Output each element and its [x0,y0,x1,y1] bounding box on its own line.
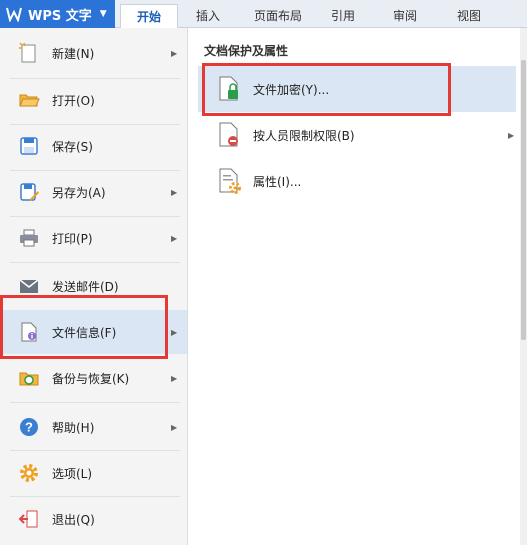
menu-item-exit[interactable]: 退出(Q) [0,497,187,541]
tab-view[interactable]: 视图 [446,4,492,28]
app-menu-button[interactable]: WPS 文字 ▼ [0,0,115,28]
new-document-icon [19,42,36,63]
menu-item-open[interactable]: 打开(O) [0,78,187,122]
highlight-box-file-info [0,295,168,359]
menu-item-backup-restore[interactable]: 备份与恢复(K) ▶ [0,356,187,400]
menu-item-label: 帮助(H) [52,420,95,435]
submenu-arrow-icon: ▶ [171,327,178,337]
file-restrict-icon [219,122,238,147]
submenu-arrow-icon: ▶ [171,373,178,383]
wps-logo-icon [6,7,22,22]
chevron-down-icon: ▼ [99,9,107,19]
menu-item-save-as[interactable]: 另存为(A) ▶ [0,170,187,214]
tab-references[interactable]: 引用 [320,4,366,28]
panel-item-label: 按人员限制权限(B) [253,128,355,143]
file-menu: 新建(N) ▶ 打开(O) 保存(S) 另存为(A) ▶ 打印(P) ▶ 发送邮… [0,28,188,545]
submenu-arrow-icon: ▶ [171,187,178,197]
submenu-arrow-icon: ▶ [508,130,515,140]
tab-review[interactable]: 审阅 [382,4,428,28]
menu-item-label: 保存(S) [52,139,93,154]
backup-restore-icon [19,372,39,386]
menu-item-new[interactable]: 新建(N) ▶ [0,31,187,75]
exit-icon [18,510,38,528]
menu-item-options[interactable]: 选项(L) [0,451,187,495]
help-icon: ? [20,418,38,436]
menu-item-label: 另存为(A) [52,185,106,200]
menu-item-label: 打开(O) [52,93,95,108]
printer-icon [20,229,38,247]
panel-title: 文档保护及属性 [204,44,289,58]
tab-page-layout[interactable]: 页面布局 [244,4,312,28]
highlight-box-file-encrypt [202,63,451,116]
submenu-arrow-icon: ▶ [171,233,178,243]
restrict-permission-item[interactable]: 按人员限制权限(B) ▶ [198,112,516,158]
menu-item-label: 选项(L) [52,466,93,481]
panel-item-label: 属性(I)... [253,174,302,189]
divider [10,402,180,403]
tab-insert[interactable]: 插入 [182,4,234,28]
menu-item-label: 备份与恢复(K) [52,371,130,386]
menu-item-help[interactable]: ? 帮助(H) ▶ [0,405,187,449]
submenu-arrow-icon: ▶ [171,48,178,58]
scrollbar-thumb[interactable] [521,60,526,340]
tab-home[interactable]: 开始 [120,4,178,28]
file-properties-icon [219,168,241,194]
save-disk-icon [20,137,38,155]
svg-text:?: ? [25,420,33,435]
submenu-arrow-icon: ▶ [171,422,178,432]
save-as-icon [20,183,39,201]
folder-open-icon [19,94,40,107]
menu-item-label: 退出(Q) [52,512,95,527]
gear-icon [20,464,38,482]
divider [10,262,180,263]
menu-item-label: 新建(N) [52,46,95,61]
ribbon-tab-bar: WPS 文字 ▼ 开始 插入 页面布局 引用 审阅 视图 [0,0,527,28]
menu-item-label: 打印(P) [52,231,93,246]
menu-item-label: 发送邮件(D) [52,279,119,294]
app-title: WPS 文字 [28,8,92,24]
properties-item[interactable]: 属性(I)... [198,158,516,204]
menu-item-print[interactable]: 打印(P) ▶ [0,216,187,260]
menu-item-save[interactable]: 保存(S) [0,124,187,168]
mail-icon [19,279,39,293]
